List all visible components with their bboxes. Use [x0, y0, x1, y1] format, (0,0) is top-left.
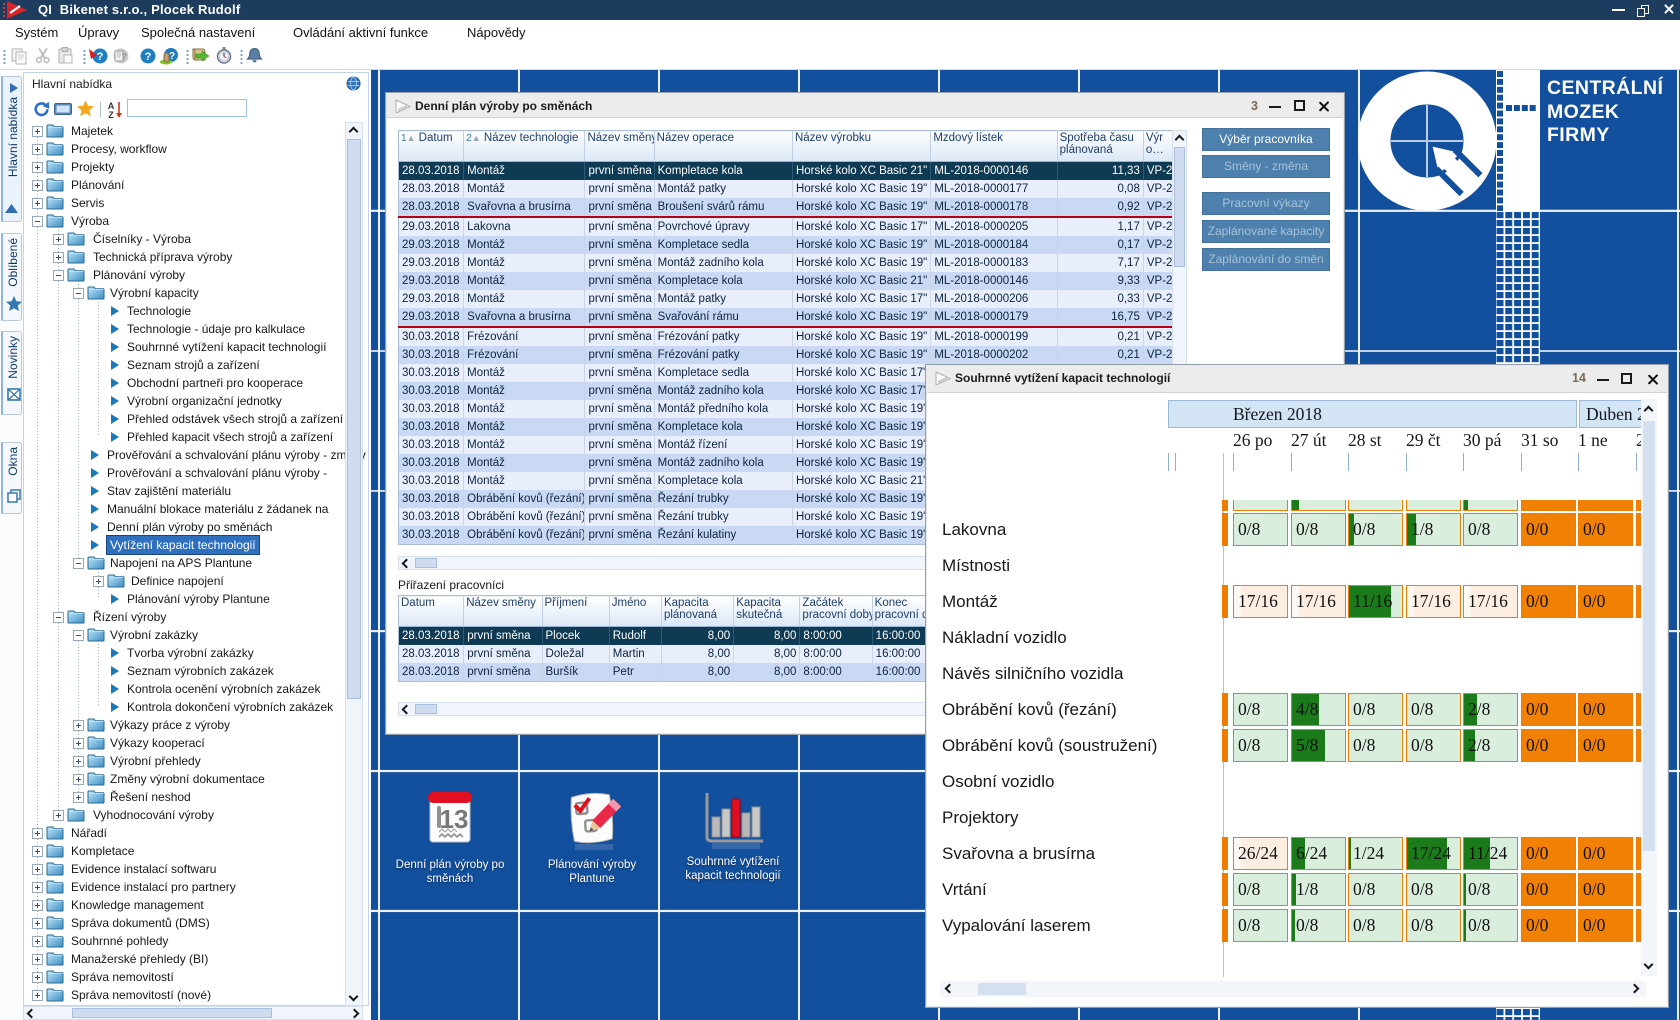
- svg-text:?: ?: [97, 51, 104, 63]
- svg-text:?: ?: [145, 51, 152, 63]
- svg-text:Z: Z: [108, 110, 114, 119]
- svg-text:?: ?: [121, 52, 127, 63]
